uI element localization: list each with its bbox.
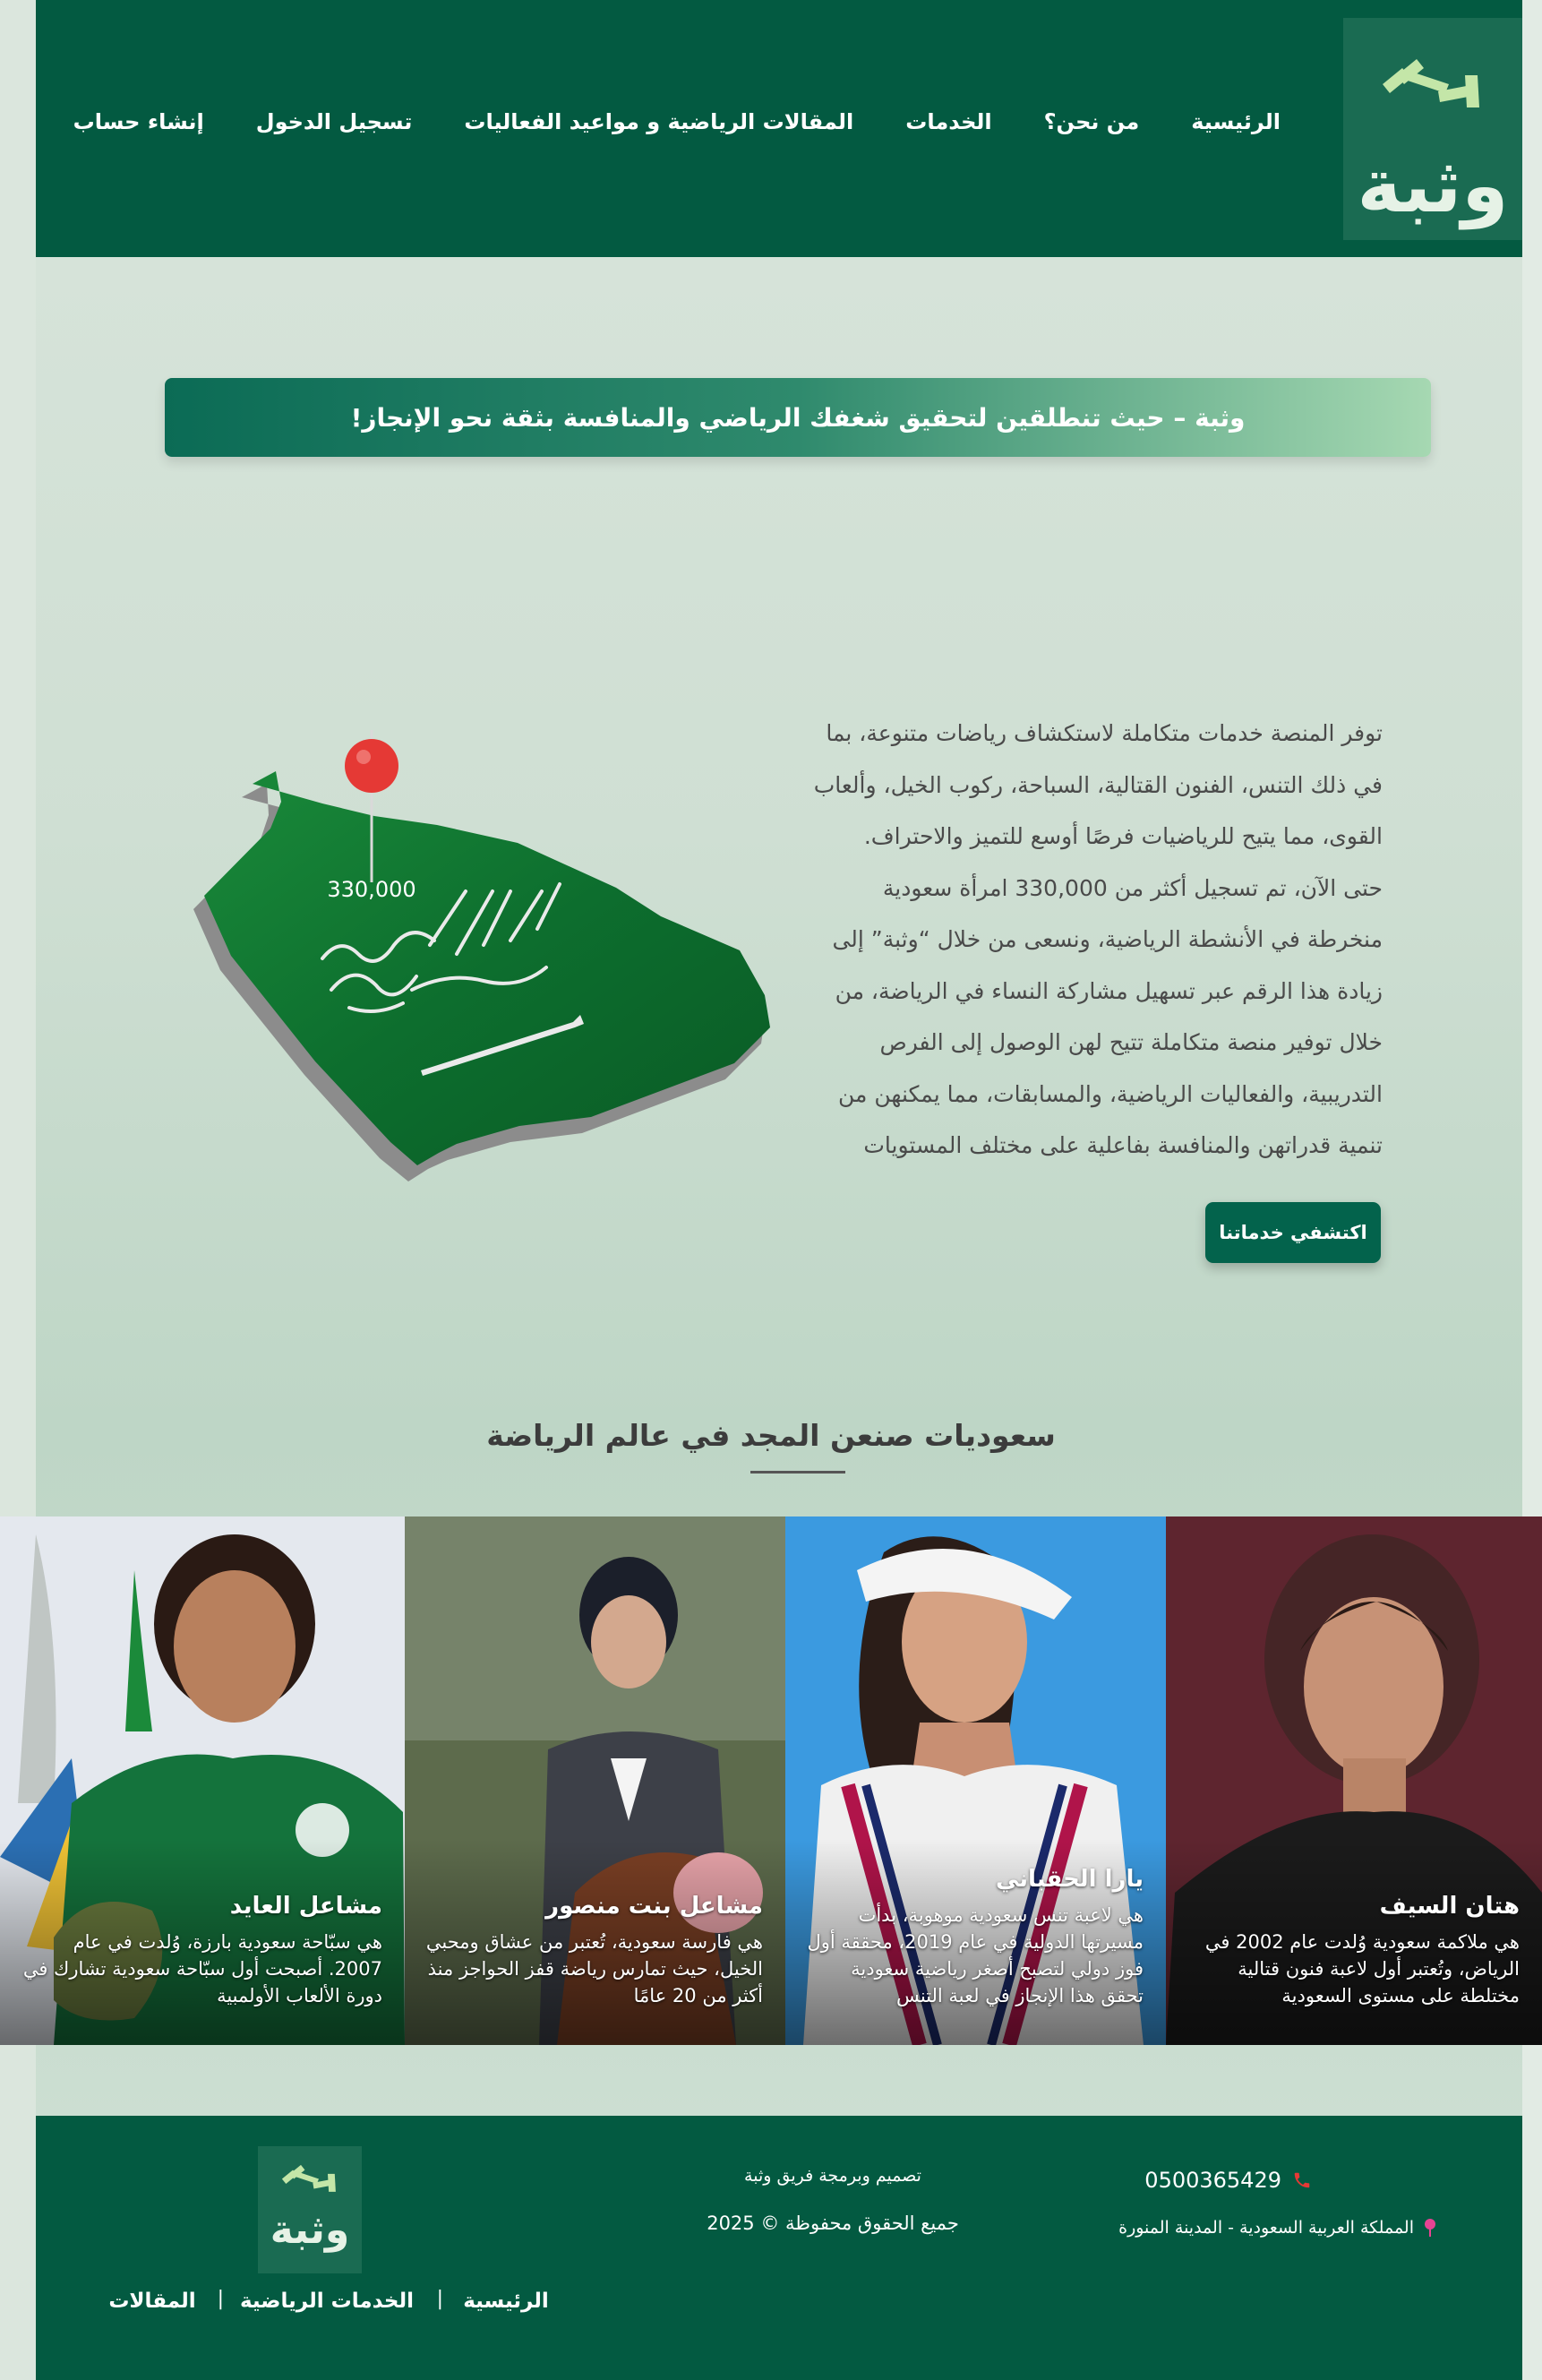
site-header: وثبة الرئيسية من نحن؟ الخدمات المقالات ا…	[36, 0, 1522, 257]
athlete-name: مشاعل بنت منصور	[545, 1893, 763, 1920]
phone-icon	[1294, 2172, 1310, 2188]
athletes-cards: هتان السيف هي ملاكمة سعودية وُلدت عام 20…	[0, 1516, 1542, 2045]
footer-link-home[interactable]: الرئيسية	[457, 2286, 555, 2316]
athlete-card[interactable]: يارا الحقباني هي لاعبة تنس سعودية موهوبة…	[785, 1516, 1166, 2045]
hero-tagline-banner: وثبة – حيث تنطلقين لتحقيق شغفك الرياضي و…	[165, 378, 1431, 457]
nav-item-register[interactable]: إنشاء حساب	[73, 109, 204, 134]
about-line: في ذلك التنس، الفنون القتالية، السباحة، …	[813, 771, 1383, 798]
discover-services-button[interactable]: اكتشفي خدماتنا	[1205, 1202, 1381, 1263]
footer-phone[interactable]: 0500365429	[1144, 2168, 1312, 2193]
footer-logo[interactable]: وثبة	[258, 2146, 362, 2273]
footer-copyright: جميع الحقوق محفوظة © 2025	[707, 2212, 959, 2234]
athletes-section-title: سعوديات صنعن المجد في عالم الرياضة	[486, 1418, 1056, 1453]
map-pin-label: 330,000	[327, 877, 415, 902]
footer-link-articles[interactable]: المقالات	[107, 2286, 197, 2316]
hero-tagline-text: وثبة – حيث تنطلقين لتحقيق شغفك الرياضي و…	[350, 402, 1246, 433]
about-line: توفر المنصة خدمات متكاملة لاستكشاف رياضا…	[826, 720, 1383, 746]
footer-link-separator: |	[217, 2288, 224, 2310]
about-line: التدريبية، والفعاليات الرياضية، والمسابق…	[838, 1080, 1383, 1107]
site-footer: 0500365429 المملكة العربية السعودية - ال…	[36, 2116, 1522, 2380]
brand-name: وثبة	[1357, 142, 1509, 229]
nav-item-about[interactable]: من نحن؟	[1044, 109, 1140, 134]
athlete-card[interactable]: مشاعل بنت منصور هي فارسة سعودية، تُعتبر …	[405, 1516, 785, 2045]
brand-logo[interactable]: وثبة	[1343, 18, 1522, 240]
location-pin-icon	[1425, 2219, 1435, 2237]
footer-credit: تصميم وبرمجة فريق وثبة	[744, 2166, 921, 2186]
main-nav: الرئيسية من نحن؟ الخدمات المقالات الرياض…	[73, 109, 1281, 134]
footer-links: الرئيسية | الخدمات الرياضية | المقالات	[90, 2286, 555, 2349]
nav-item-articles-events[interactable]: المقالات الرياضية و مواعيد الفعاليات	[464, 109, 853, 134]
athlete-name: مشاعل العايد	[229, 1893, 382, 1920]
phone-number: 0500365429	[1144, 2168, 1281, 2193]
dumbbell-icon	[281, 2164, 336, 2192]
about-paragraph: توفر المنصة خدمات متكاملة لاستكشاف رياضا…	[756, 708, 1383, 1172]
athlete-description: هي لاعبة تنس سعودية موهوبة، بدأت مسيرتها…	[807, 1904, 1144, 2006]
saudi-flag-map-illustration: 330,000	[188, 730, 779, 1214]
about-line: خلال توفير منصة متكاملة تتيح لهن الوصول …	[879, 1029, 1384, 1055]
athlete-description: هي سبّاحة سعودية بارزة، وُلدت في عام 200…	[22, 1931, 382, 2006]
athlete-name: يارا الحقباني	[995, 1866, 1144, 1893]
map-flag-surface	[204, 771, 770, 1165]
nav-item-login[interactable]: تسجيل الدخول	[256, 109, 413, 134]
title-underline	[750, 1471, 845, 1474]
footer-location: المملكة العربية السعودية - المدينة المنو…	[1118, 2218, 1437, 2238]
location-text: المملكة العربية السعودية - المدينة المنو…	[1118, 2218, 1414, 2238]
athlete-card[interactable]: هتان السيف هي ملاكمة سعودية وُلدت عام 20…	[1166, 1516, 1542, 2045]
about-line: القوى، مما يتيح للرياضيات فرصًا أوسع للت…	[863, 823, 1383, 849]
nav-item-home[interactable]: الرئيسية	[1191, 109, 1281, 134]
athlete-name: هتان السيف	[1379, 1893, 1520, 1920]
about-line: تنمية قدراتهن والمنافسة بفاعلية على مختل…	[863, 1132, 1383, 1158]
athlete-card[interactable]: مشاعل العايد هي سبّاحة سعودية بارزة، وُل…	[0, 1516, 405, 2045]
footer-link-sports-services[interactable]: الخدمات الرياضية	[237, 2286, 416, 2316]
about-line: زيادة هذا الرقم عبر تسهيل مشاركة النساء …	[835, 977, 1383, 1004]
about-line: منخرطة في الأنشطة الرياضية، ونسعى من خلا…	[832, 926, 1383, 952]
footer-link-separator: |	[436, 2288, 443, 2310]
athlete-description: هي فارسة سعودية، تُعتبر من عشاق ومحبي ال…	[425, 1931, 763, 2006]
about-line: حتى الآن، تم تسجيل أكثر من 330,000 امرأة…	[882, 874, 1383, 901]
dumbbell-icon	[1383, 59, 1479, 107]
map-pin-icon	[345, 739, 398, 793]
nav-item-services[interactable]: الخدمات	[905, 109, 991, 134]
footer-brand-name: وثبة	[270, 2207, 350, 2253]
athlete-description: هي ملاكمة سعودية وُلدت عام 2002 في الريا…	[1204, 1931, 1520, 2006]
